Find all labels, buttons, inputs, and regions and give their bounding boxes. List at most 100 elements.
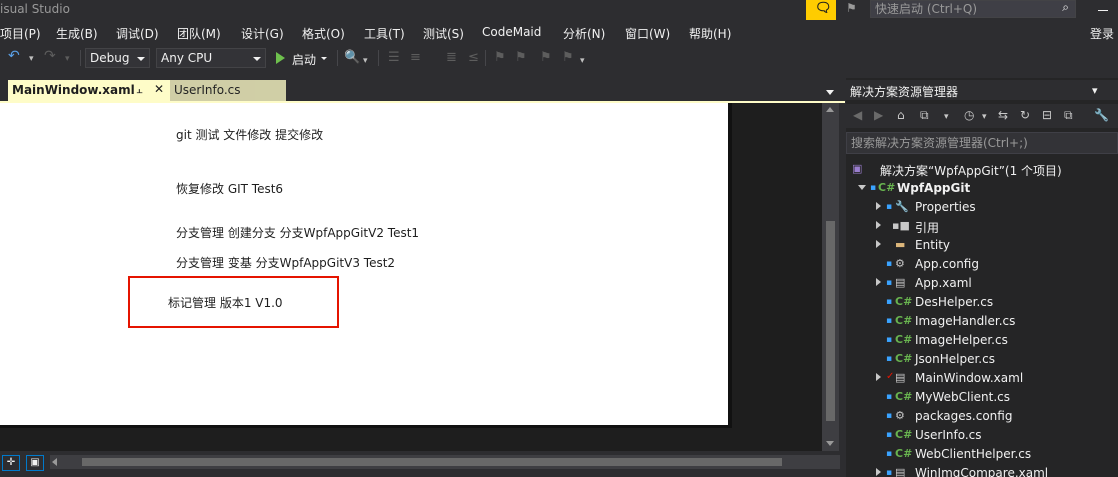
refresh-icon[interactable]: ↻ [1020,108,1030,122]
redo-icon[interactable]: ↷ [44,48,56,64]
menu-window[interactable]: 窗口(W) [625,25,670,42]
solution-search-input[interactable] [851,135,1101,151]
tree-node-deshelper[interactable]: ▪ C# DesHelper.cs [846,293,1118,312]
feedback-button[interactable]: 🗨 [806,0,836,20]
xaml-file-icon: ▤ [895,276,906,289]
scroll-thumb[interactable] [826,221,835,421]
menu-analyze[interactable]: 分析(N) [563,25,605,42]
tree-node-label: DesHelper.cs [915,295,994,309]
wrench-icon[interactable]: 🔧 [1094,108,1109,122]
show-all-files-icon[interactable]: ⧉ [1064,108,1073,123]
search-icon[interactable]: ⌕ [1062,0,1069,15]
expand-icon[interactable] [876,240,881,248]
tree-node-imagehandler[interactable]: ▪ C# ImageHandler.cs [846,312,1118,331]
pin-icon[interactable]: ⫠ [136,83,143,97]
filter-dropdown-icon[interactable]: ▾ [982,112,987,122]
tree-node-imagehelper[interactable]: ▪ C# ImageHelper.cs [846,331,1118,350]
undo-icon[interactable]: ↶ [8,48,20,64]
menu-tools[interactable]: 工具(T) [364,25,405,42]
scroll-down-icon[interactable] [826,441,834,446]
tree-node-label: JsonHelper.cs [915,352,995,366]
tab-userinfo-cs[interactable]: UserInfo.cs [170,80,286,102]
canvas-text-line[interactable]: 分支管理 变基 分支WpfAppGitV3 Test2 [176,254,395,271]
collapse-icon[interactable] [858,185,866,190]
csharp-file-icon: C# [895,390,913,403]
menu-help[interactable]: 帮助(H) [689,25,731,42]
configuration-select[interactable]: Debug [85,48,150,68]
forward-icon[interactable]: ▶ [874,108,883,122]
align-left-icon[interactable]: ☰ [388,50,400,65]
csharp-file-icon: C# [895,352,913,365]
tree-node-app-xaml[interactable]: ▪ ▤ App.xaml [846,274,1118,293]
expand-icon[interactable] [876,221,881,229]
expand-icon[interactable] [876,373,881,381]
horizontal-scrollbar[interactable] [50,455,840,469]
tab-mainwindow-xaml[interactable]: MainWindow.xaml ⫠ ✕ [8,80,170,102]
home-icon[interactable]: ⌂ [897,108,905,122]
menu-team[interactable]: 团队(M) [177,25,221,42]
redo-dropdown-icon[interactable]: ▾ [65,54,70,64]
uncomment-icon[interactable]: ≤ [468,50,479,65]
next-bookmark-icon[interactable]: ⚑ [540,50,552,65]
toolbar-overflow-icon[interactable]: ▾ [580,56,585,66]
pending-changes-filter-icon[interactable]: ◷ [964,108,974,122]
canvas-text-line[interactable]: 恢复修改 GIT Test6 [176,180,283,197]
menu-format[interactable]: 格式(O) [302,25,345,42]
tree-node-app-config[interactable]: ▪ ⚙ App.config [846,255,1118,274]
clear-bookmarks-icon[interactable]: ⚑ [562,50,574,65]
login-link[interactable]: 登录 [1090,25,1114,42]
tree-node-userinfo[interactable]: ▪ C# UserInfo.cs [846,426,1118,445]
tree-node-project[interactable]: ▪ C# WpfAppGit [846,179,1118,198]
vertical-scrollbar[interactable] [822,103,839,451]
expand-icon[interactable] [876,278,881,286]
close-icon[interactable]: ✕ [154,82,164,96]
menu-design[interactable]: 设计(G) [241,25,284,42]
scroll-up-icon[interactable] [826,107,834,112]
previous-bookmark-icon[interactable]: ⚑ [515,50,527,65]
notification-filter-icon[interactable]: ⚑ [846,1,857,15]
canvas-text-line[interactable]: 分支管理 创建分支 分支WpfAppGitV2 Test1 [176,224,419,241]
tree-node-winimgcompare[interactable]: ▪ ▤ WinImgCompare.xaml [846,464,1118,477]
bookmark-icon[interactable]: ⚑ [494,50,506,65]
menu-build[interactable]: 生成(B) [56,25,98,42]
tree-node-mywebclient[interactable]: ▪ C# MyWebClient.cs [846,388,1118,407]
back-icon[interactable]: ◀ [853,108,862,122]
tree-node-jsonhelper[interactable]: ▪ C# JsonHelper.cs [846,350,1118,369]
menu-codemaid[interactable]: CodeMaid [482,25,541,39]
zoom-fit-icon[interactable]: ▣ [26,455,44,471]
chevron-down-icon[interactable] [321,57,327,60]
pan-icon[interactable]: ✛ [2,455,20,471]
tree-node-packages-config[interactable]: ▪ ⚙ packages.config [846,407,1118,426]
tree-node-label: UserInfo.cs [915,428,982,442]
expand-icon[interactable] [876,468,881,476]
menu-project[interactable]: 项目(P) [0,25,41,42]
minimize-button[interactable] [1090,0,1114,18]
scroll-left-icon[interactable] [52,458,57,466]
tree-node-solution[interactable]: ▣ 解决方案“WpfAppGit”(1 个项目) [846,160,1118,179]
tree-node-webclienthelper[interactable]: ▪ C# WebClientHelper.cs [846,445,1118,464]
tree-node-properties[interactable]: ▪ 🔧 Properties [846,198,1118,217]
quick-launch-input[interactable] [875,1,1045,17]
canvas-text-line[interactable]: git 测试 文件修改 提交修改 [176,126,323,143]
switch-views-dropdown-icon[interactable]: ▾ [944,112,949,122]
tree-node-entity[interactable]: ▬ Entity [846,236,1118,255]
solution-search-box[interactable] [846,132,1118,154]
sync-icon[interactable]: ⇆ [998,108,1008,122]
menu-test[interactable]: 测试(S) [423,25,464,42]
platform-select[interactable]: Any CPU [156,48,266,68]
find-in-files-icon[interactable]: 🔍 [344,50,360,65]
tab-list-dropdown-icon[interactable] [826,90,834,95]
tree-node-references[interactable]: ▪■ 引用 [846,217,1118,236]
menu-debug[interactable]: 调试(D) [116,25,159,42]
expand-icon[interactable] [876,202,881,210]
scroll-thumb[interactable] [82,458,782,466]
comment-icon[interactable]: ≣ [446,50,457,65]
collapse-all-icon[interactable]: ⊟ [1042,108,1052,122]
align-center-icon[interactable]: ≡ [410,50,421,65]
find-dropdown-icon[interactable]: ▾ [363,56,368,66]
panel-menu-icon[interactable]: ▾ [1092,84,1098,97]
tree-node-mainwindow[interactable]: ✓ ▤ MainWindow.xaml [846,369,1118,388]
quick-launch[interactable]: ⌕ [870,0,1076,18]
switch-views-icon[interactable]: ⧉ [920,108,929,123]
undo-dropdown-icon[interactable]: ▾ [29,54,34,64]
